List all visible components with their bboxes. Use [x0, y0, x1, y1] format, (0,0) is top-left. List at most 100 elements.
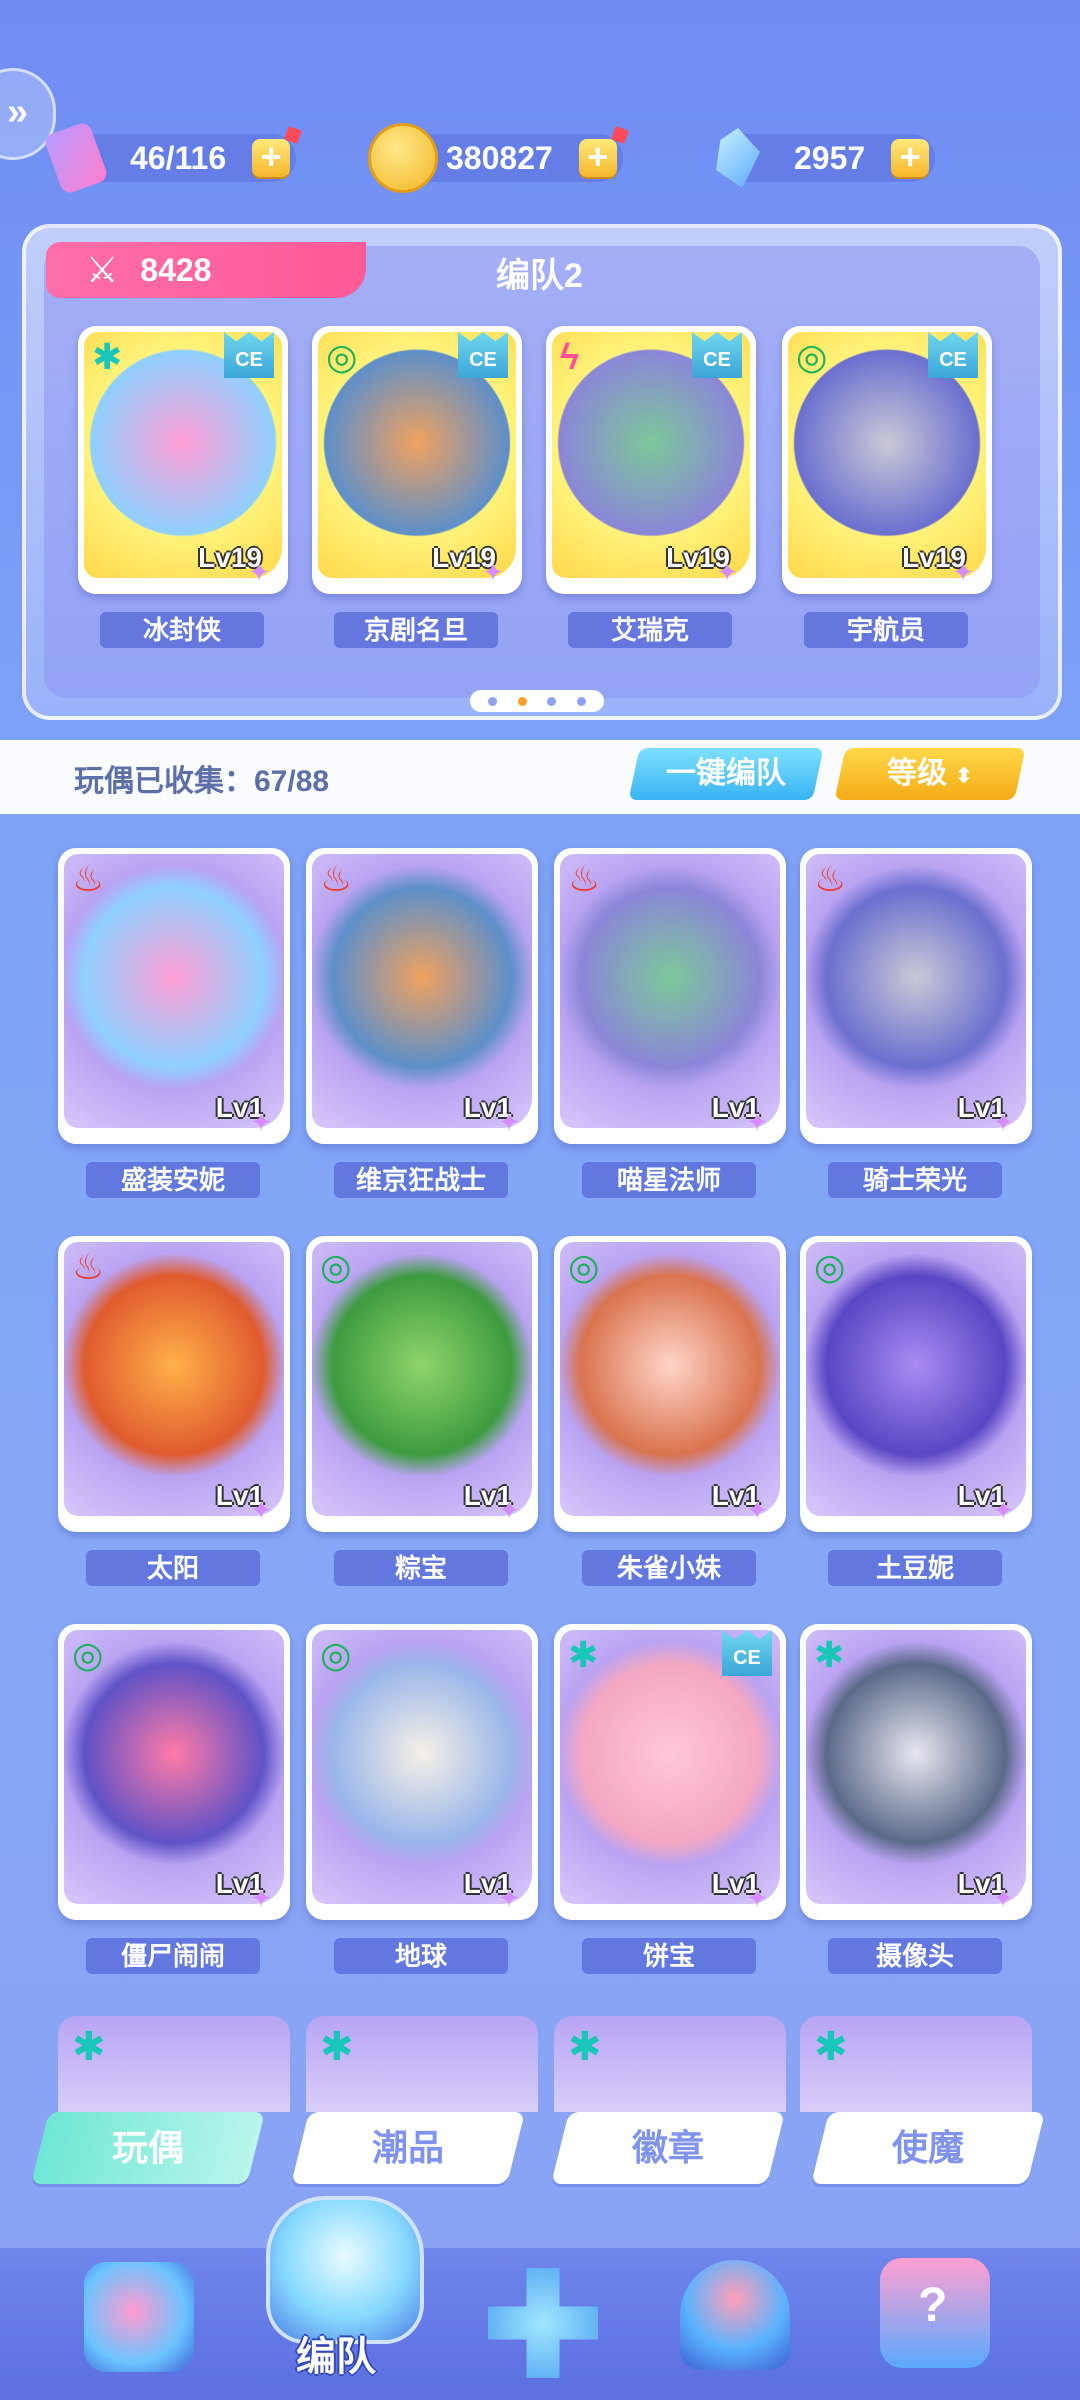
snow-icon: ✱	[568, 1634, 599, 1675]
doll-name: 艾瑞克	[568, 612, 732, 648]
ce-badge: CE	[928, 332, 978, 378]
doll-card-partial[interactable]: ✱	[554, 2016, 786, 2112]
tab-familiars[interactable]: 使魔	[811, 2112, 1045, 2184]
doll-card[interactable]: ✱ Lv1 ✦	[800, 1624, 1032, 1920]
doll-name: 粽宝	[334, 1550, 508, 1586]
doll-card[interactable]: ◎ Lv1 ✦	[58, 1624, 290, 1920]
tab-trendy[interactable]: 潮品	[291, 2112, 525, 2184]
add-coins-button[interactable]: +	[578, 139, 617, 177]
snow-icon: ✱	[568, 2025, 602, 2069]
doll-name: 维京狂战士	[334, 1162, 508, 1198]
ce-badge: CE	[458, 332, 508, 378]
team-name: 编队2	[496, 257, 583, 295]
gems-resource: 2957 +	[716, 122, 936, 194]
snow-icon: ✱	[814, 2025, 848, 2069]
doll-card[interactable]: ♨ Lv1 ✦	[58, 848, 290, 1144]
coins-resource: 380827 +	[368, 122, 629, 194]
wind-icon: ◎	[326, 336, 358, 377]
doll-card[interactable]: ◎ Lv1 ✦	[306, 1624, 538, 1920]
nav-trophy-icon[interactable]	[680, 2260, 790, 2370]
tab-badges[interactable]: 徽章	[551, 2112, 785, 2184]
sort-level-button[interactable]: 等级 ⬍	[834, 748, 1026, 800]
doll-name: 宇航员	[804, 612, 968, 648]
sparkle-icon: ✦	[482, 557, 504, 587]
sparkle-icon: ✦	[992, 1883, 1014, 1913]
nav-mystery-box-icon[interactable]: ?	[880, 2258, 990, 2368]
gems-count: 2957	[794, 139, 866, 176]
lightning-icon: ϟ	[560, 336, 580, 377]
category-tabs: 玩偶 潮品 徽章 使魔	[0, 2112, 1080, 2192]
doll-name: 僵尸闹闹	[86, 1938, 260, 1974]
team-member-card[interactable]: ϟ CE Lv19 ✦	[546, 326, 756, 594]
doll-name: 饼宝	[582, 1938, 756, 1974]
sparkle-icon: ✦	[498, 1107, 520, 1137]
coin-icon	[368, 123, 438, 193]
doll-card[interactable]: ◎ Lv1 ✦	[306, 1236, 538, 1532]
doll-name: 冰封侠	[100, 612, 264, 648]
doll-name: 土豆妮	[828, 1550, 1002, 1586]
sparkle-icon: ✦	[498, 1883, 520, 1913]
doll-name: 朱雀小妹	[582, 1550, 756, 1586]
doll-card[interactable]: ◎ Lv1 ✦	[800, 1236, 1032, 1532]
chevron-right-icon: »	[7, 91, 29, 133]
add-tickets-button[interactable]: +	[252, 139, 291, 177]
crossed-swords-icon: ⚔	[86, 249, 119, 290]
wind-icon: ◎	[568, 1246, 600, 1287]
doll-name: 太阳	[86, 1550, 260, 1586]
sparkle-icon: ✦	[250, 1495, 272, 1525]
nav-team-icon[interactable]	[266, 2196, 424, 2344]
sparkle-icon: ✦	[992, 1107, 1014, 1137]
doll-card[interactable]: ♨ Lv1 ✦	[554, 848, 786, 1144]
nav-team-label: 编队	[296, 2335, 376, 2379]
team-member-card[interactable]: ◎ CE Lv19 ✦	[782, 326, 992, 594]
snow-icon: ✱	[320, 2025, 354, 2069]
sparkle-icon: ✦	[498, 1495, 520, 1525]
doll-card[interactable]: ♨ Lv1 ✦	[306, 848, 538, 1144]
doll-name: 摄像头	[828, 1938, 1002, 1974]
doll-card[interactable]: ♨ Lv1 ✦	[800, 848, 1032, 1144]
fire-icon: ♨	[72, 1246, 105, 1287]
snow-icon: ✱	[92, 336, 123, 377]
team-member-card[interactable]: ✱ CE Lv19 ✦	[78, 326, 288, 594]
nav-home-icon[interactable]	[84, 2262, 194, 2372]
tickets-count: 46/116	[130, 139, 227, 176]
sparkle-icon: ✦	[250, 1107, 272, 1137]
sparkle-icon: ✦	[248, 557, 270, 587]
tickets-resource: 46/116 +	[42, 120, 303, 196]
wind-icon: ◎	[72, 1634, 104, 1675]
doll-card-partial[interactable]: ✱	[800, 2016, 1032, 2112]
add-gems-button[interactable]: +	[891, 139, 930, 177]
doll-name: 京剧名旦	[334, 612, 498, 648]
fire-icon: ♨	[320, 858, 353, 899]
doll-card[interactable]: ◎ Lv1 ✦	[554, 1236, 786, 1532]
collection-count: 玩偶已收集：67/88	[74, 765, 330, 798]
doll-card-partial[interactable]: ✱	[58, 2016, 290, 2112]
ce-badge: CE	[722, 1630, 772, 1676]
auto-team-button[interactable]: 一键编队	[628, 748, 824, 800]
tab-dolls[interactable]: 玩偶	[31, 2112, 265, 2184]
doll-card-partial[interactable]: ✱	[306, 2016, 538, 2112]
doll-card[interactable]: ♨ Lv1 ✦	[58, 1236, 290, 1532]
doll-card[interactable]: ✱ CE Lv1 ✦	[554, 1624, 786, 1920]
sparkle-icon: ✦	[746, 1107, 768, 1137]
ce-badge: CE	[692, 332, 742, 378]
sparkle-icon: ✦	[952, 557, 974, 587]
team-page-indicator[interactable]	[470, 690, 604, 712]
sparkle-icon: ✦	[250, 1883, 272, 1913]
snow-icon: ✱	[814, 1634, 845, 1675]
doll-name: 骑士荣光	[828, 1162, 1002, 1198]
coins-count: 380827	[446, 139, 553, 176]
fire-icon: ♨	[568, 858, 601, 899]
sparkle-icon: ✦	[716, 557, 738, 587]
team-member-card[interactable]: ◎ CE Lv19 ✦	[312, 326, 522, 594]
snow-icon: ✱	[72, 2025, 106, 2069]
ce-badge: CE	[224, 332, 274, 378]
team-power-badge: ⚔ 8428	[46, 242, 366, 298]
fire-icon: ♨	[814, 858, 847, 899]
sparkle-icon: ✦	[746, 1495, 768, 1525]
sort-arrows-icon: ⬍	[954, 763, 973, 788]
wind-icon: ◎	[796, 336, 828, 377]
crystal-icon	[716, 128, 760, 188]
sparkle-icon: ✦	[992, 1495, 1014, 1525]
team-power-value: 8428	[140, 251, 212, 288]
